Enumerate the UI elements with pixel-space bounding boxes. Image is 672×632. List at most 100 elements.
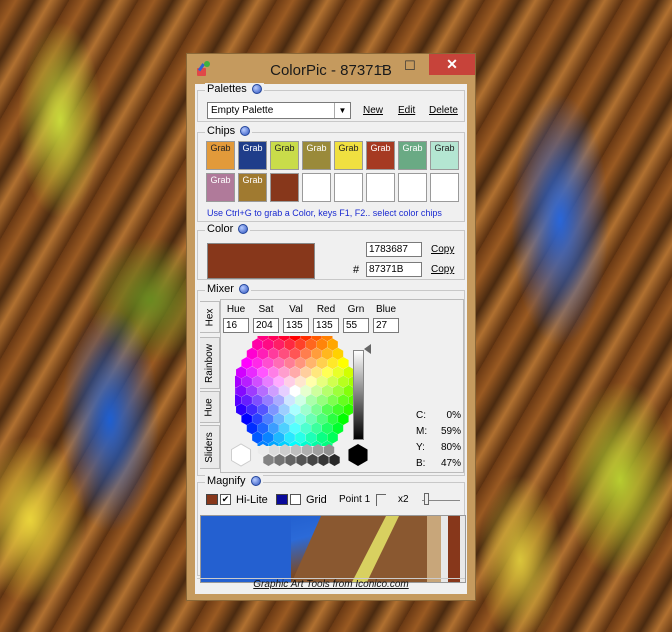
palettes-label: Palettes <box>207 83 247 95</box>
grid-checkbox[interactable] <box>290 494 301 505</box>
blue-field[interactable]: 27 <box>373 318 399 333</box>
grn-field[interactable]: 55 <box>343 318 369 333</box>
gray-hex[interactable] <box>296 454 307 466</box>
val-field[interactable]: 135 <box>283 318 309 333</box>
tab-hue[interactable]: Hue <box>200 391 220 423</box>
color-chip-1[interactable]: Grab <box>206 141 235 170</box>
gray-hex[interactable] <box>329 454 340 466</box>
point-label: Point 1 <box>339 494 371 505</box>
magnifier-view[interactable] <box>200 515 466 583</box>
gray-hex[interactable] <box>274 454 285 466</box>
grab-label: Grab <box>306 143 327 153</box>
grab-label: Grab <box>402 143 423 153</box>
color-info-icon[interactable] <box>238 224 249 234</box>
color-chip-4[interactable]: Grab <box>302 141 331 170</box>
iconico-link[interactable]: Graphic Art Tools from Iconico.com <box>197 578 465 593</box>
color-chip-7[interactable]: Grab <box>398 141 427 170</box>
color-chip-10[interactable]: Grab <box>238 173 267 202</box>
color-chip-14[interactable] <box>366 173 395 202</box>
hex-field[interactable]: 87371B <box>366 262 422 277</box>
grab-label: Grab <box>434 143 455 153</box>
mixer-panel: Hue Sat Val Red Grn Blue 16 204 135 135 … <box>220 299 464 473</box>
white-hex[interactable] <box>231 443 252 467</box>
minimize-button[interactable]: – <box>367 56 393 76</box>
color-chip-8[interactable]: Grab <box>430 141 459 170</box>
black-hex[interactable] <box>348 444 368 466</box>
magnify-info-icon[interactable] <box>250 476 261 486</box>
color-chip-3[interactable]: Grab <box>270 141 299 170</box>
gray-hex[interactable] <box>312 444 324 456</box>
sat-field[interactable]: 204 <box>253 318 279 333</box>
color-chip-15[interactable] <box>398 173 427 202</box>
grab-label: Grab <box>370 143 391 153</box>
color-chip-12[interactable] <box>302 173 331 202</box>
color-chip-11[interactable] <box>270 173 299 202</box>
chevron-down-icon[interactable]: ▼ <box>334 103 350 118</box>
hilite-color-swatch[interactable] <box>206 494 218 505</box>
title-bar[interactable]: ColorPic - 87371B – ☐ ✕ <box>187 54 475 84</box>
magnified-image <box>201 516 465 582</box>
value-slider-arrow-icon[interactable] <box>364 344 371 354</box>
palettes-info-icon[interactable] <box>251 84 262 94</box>
grid-label: Grid <box>306 494 327 506</box>
delete-label: Delete <box>429 105 458 116</box>
color-chip-5[interactable]: Grab <box>334 141 363 170</box>
palette-select-value: Empty Palette <box>211 105 274 116</box>
tab-rainbow-label: Rainbow <box>204 343 216 383</box>
gray-hex[interactable] <box>301 444 313 456</box>
red-field[interactable]: 135 <box>313 318 339 333</box>
hilite-checkbox[interactable]: ✔ <box>220 494 231 505</box>
cmyk-m-value: 59% <box>440 426 461 437</box>
zoom-slider-thumb[interactable] <box>424 493 429 505</box>
magnify-group: Magnify ✔ Hi-Lite Grid Point 1 x2 <box>197 475 466 583</box>
tab-rainbow[interactable]: Rainbow <box>200 337 220 389</box>
point-slider[interactable] <box>376 494 386 506</box>
grab-label: Grab <box>338 143 359 153</box>
value-slider[interactable] <box>353 350 364 440</box>
new-palette-button[interactable]: New <box>363 105 383 116</box>
color-chip-13[interactable] <box>334 173 363 202</box>
maximize-button[interactable]: ☐ <box>397 56 423 76</box>
chips-label: Chips <box>207 125 236 137</box>
gray-hex[interactable] <box>279 444 291 456</box>
color-label: Color <box>207 223 234 235</box>
close-button[interactable]: ✕ <box>429 54 475 75</box>
tab-sliders[interactable]: Sliders <box>200 425 220 469</box>
edit-label: Edit <box>398 105 416 116</box>
edit-palette-button[interactable]: Edit <box>398 105 415 116</box>
cmyk-c-key: C: <box>416 410 426 421</box>
gray-hex[interactable] <box>290 444 302 456</box>
chips-info-icon[interactable] <box>240 126 251 136</box>
tab-hex[interactable]: Hex <box>200 301 220 333</box>
copy-hex-button[interactable]: Copy <box>431 264 454 275</box>
gray-hex[interactable] <box>323 444 335 456</box>
zoom-label: x2 <box>398 494 409 505</box>
color-chip-2[interactable]: Grab <box>238 141 267 170</box>
gray-hex[interactable] <box>285 454 296 466</box>
gray-hex[interactable] <box>257 444 269 456</box>
mixer-info-icon[interactable] <box>238 284 249 294</box>
red-header: Red <box>316 304 336 315</box>
palette-select[interactable]: Empty Palette ▼ <box>207 102 351 119</box>
color-chip-9[interactable]: Grab <box>206 173 235 202</box>
copy-decimal-label: Copy <box>431 244 455 255</box>
copy-decimal-button[interactable]: Copy <box>431 244 454 255</box>
gray-hex[interactable] <box>268 444 280 456</box>
hex-color-wheel[interactable] <box>235 336 355 446</box>
decimal-field[interactable]: 1783687 <box>366 242 422 257</box>
delete-palette-button[interactable]: Delete <box>429 105 458 116</box>
color-chip-6[interactable]: Grab <box>366 141 395 170</box>
cmyk-b-value: 47% <box>440 458 461 469</box>
gray-hex[interactable] <box>318 454 329 466</box>
hash-label: # <box>353 264 360 276</box>
color-group: Color 1783687 Copy # 87371B Copy <box>197 223 465 280</box>
gray-hex[interactable] <box>307 454 318 466</box>
magnify-label: Magnify <box>207 475 246 487</box>
color-chip-16[interactable] <box>430 173 459 202</box>
grid-color-swatch[interactable] <box>276 494 288 505</box>
grayscale-hex-row[interactable] <box>231 442 371 468</box>
color-swatch <box>207 243 315 279</box>
hue-field[interactable]: 16 <box>223 318 249 333</box>
gray-hex[interactable] <box>263 454 274 466</box>
colorpic-window: ColorPic - 87371B – ☐ ✕ Palettes Empty P… <box>186 53 476 601</box>
